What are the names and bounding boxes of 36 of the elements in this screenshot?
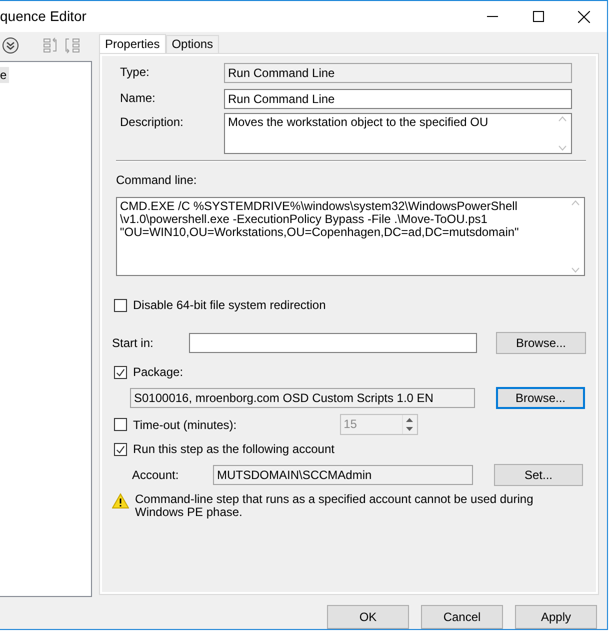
warning-icon: [112, 493, 129, 509]
close-icon[interactable]: [578, 10, 590, 22]
checkmark-icon: [115, 444, 126, 454]
expand-icon[interactable]: [2, 37, 19, 54]
text-field[interactable]: Run Command Line: [224, 89, 572, 109]
field-value: Moves the workstation object to the specified OU: [228, 116, 490, 131]
checkbox[interactable]: [114, 298, 127, 312]
checkbox-label: Time-out (minutes):: [133, 416, 237, 434]
text-field[interactable]: Run Command Line: [224, 63, 572, 83]
field-label: Name:: [119, 90, 156, 107]
tab[interactable]: Options: [166, 35, 220, 53]
field-label: Description:: [119, 114, 184, 131]
checkbox[interactable]: [114, 442, 127, 456]
field-value: CMD.EXE /C %SYSTEMDRIVE%\windows\system32\WindowsPowerShell \v1.0\powershell.exe -ExecutionPolicy Bypass -File .\Move-ToOU.ps1 "OU=WIN10,OU=Workstations,OU=Copenhagen,DC=ad,DC=mutsdomain": [120, 200, 520, 241]
dialog-button[interactable]: Cancel: [421, 605, 503, 629]
browse-button[interactable]: Browse...: [496, 332, 586, 354]
checkbox-label: Run this step as the following account: [133, 441, 334, 458]
window-title: quence Editor: [0, 7, 88, 26]
checkbox[interactable]: [114, 366, 127, 378]
dialog-button[interactable]: OK: [327, 605, 409, 629]
tab[interactable]: Properties: [99, 34, 166, 53]
set-button[interactable]: Set...: [494, 464, 583, 486]
field-label: Account:: [132, 467, 180, 484]
checkbox-label: Disable 64-bit file system redirection: [133, 297, 326, 314]
tree-item[interactable]: e: [0, 67, 9, 83]
checkmark-icon: [115, 366, 126, 378]
field-label: Type:: [119, 64, 150, 81]
checkbox-label: Package:: [133, 364, 184, 381]
dialog-button[interactable]: Apply: [515, 605, 597, 629]
maximize-icon[interactable]: [532, 11, 544, 22]
browse-button[interactable]: Browse...: [496, 387, 585, 409]
text-field[interactable]: [189, 333, 477, 353]
section-label: Command line:: [116, 172, 197, 189]
warning-text: Command-line step that runs as a specified account cannot be used during Windows PE phase.: [135, 493, 534, 519]
field-label: Start in:: [112, 335, 154, 352]
number-spinner: 15: [340, 414, 418, 435]
